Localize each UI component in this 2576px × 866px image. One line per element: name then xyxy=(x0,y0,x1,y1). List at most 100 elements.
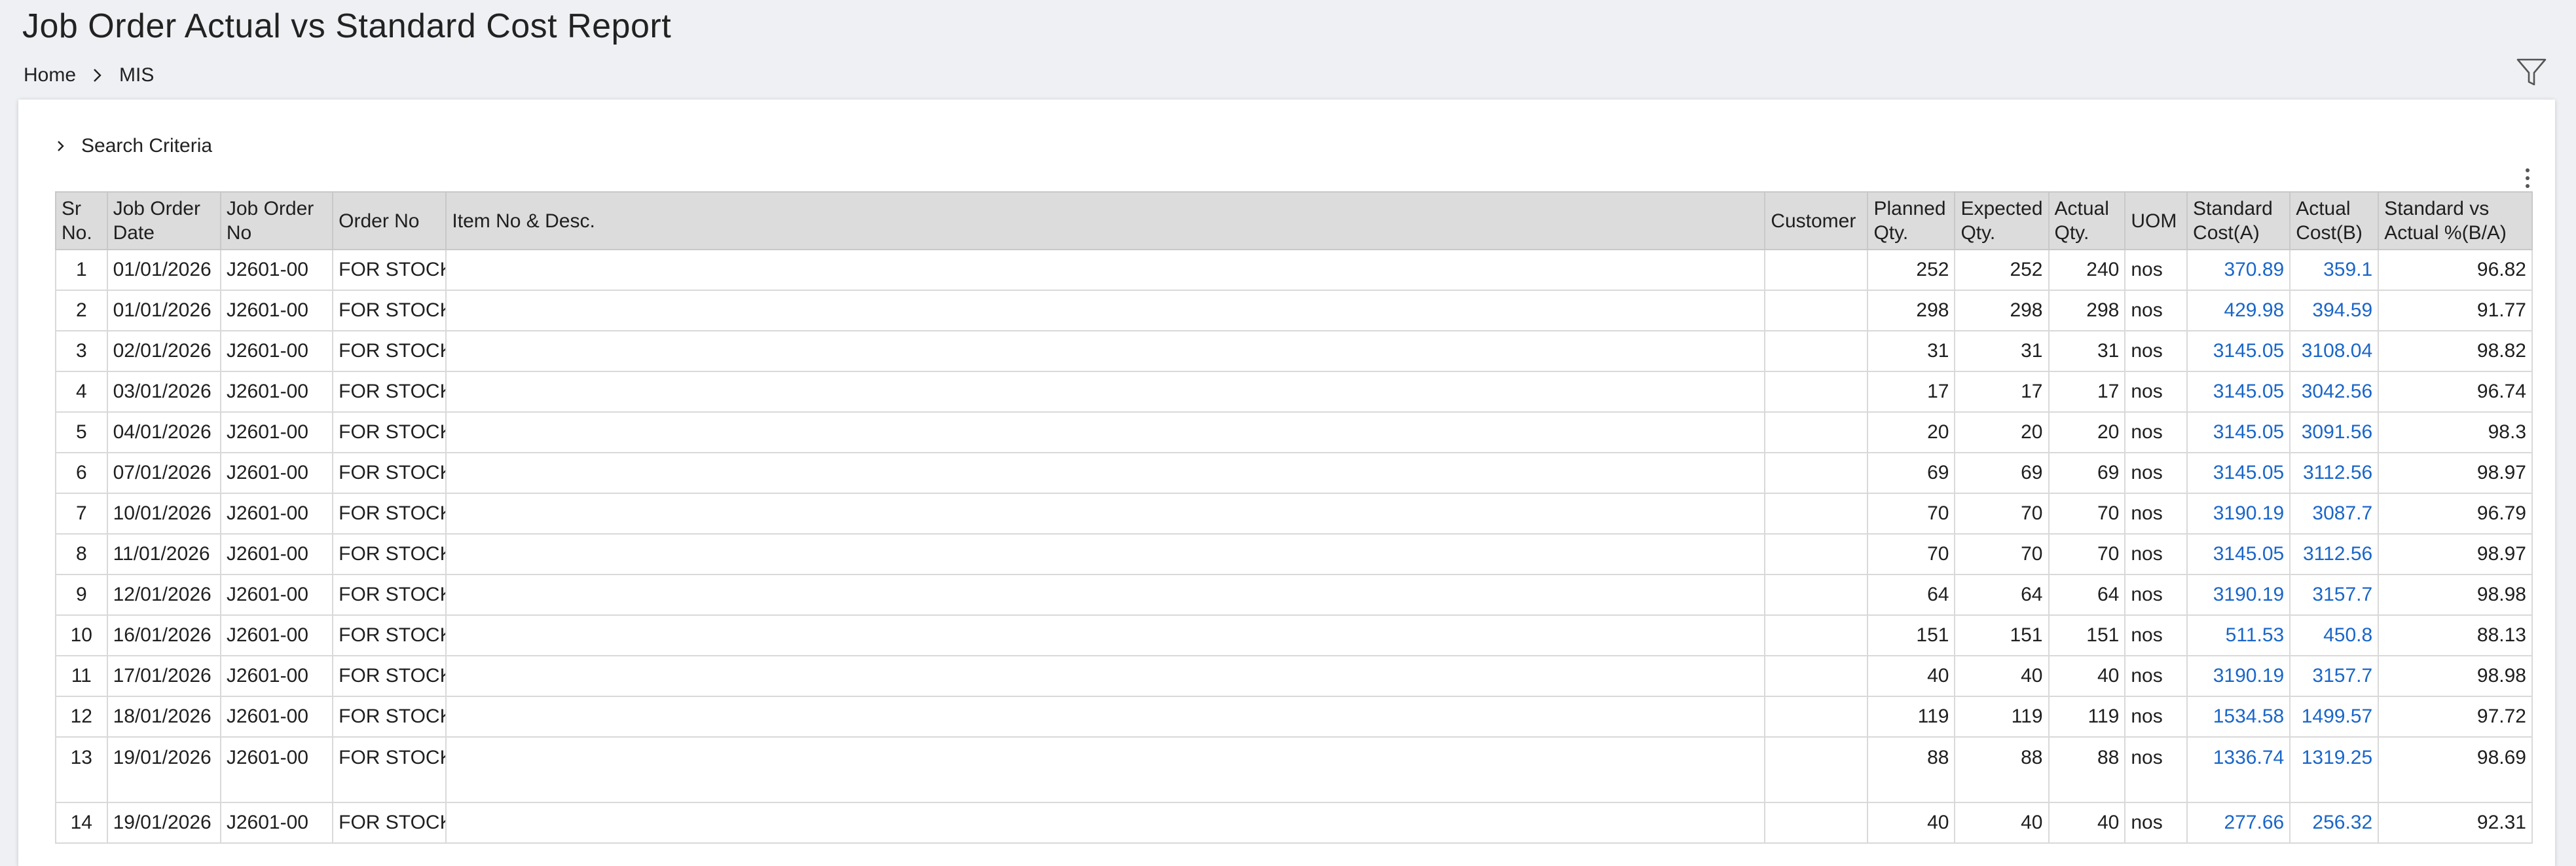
cell-planned-qty: 151 xyxy=(1867,614,1956,656)
standard-cost-link[interactable]: 3145.05 xyxy=(2186,411,2291,453)
col-header-sr[interactable]: Sr No. xyxy=(55,191,108,250)
standard-cost-link[interactable]: 3145.05 xyxy=(2186,330,2291,372)
cell-item xyxy=(445,493,1766,535)
cell-std-vs-actual-pct: 91.77 xyxy=(2378,290,2533,331)
actual-cost-link[interactable]: 3108.04 xyxy=(2289,330,2380,372)
col-header-item[interactable]: Item No & Desc. xyxy=(445,191,1766,250)
cell-planned-qty: 40 xyxy=(1867,655,1956,697)
actual-cost-link[interactable]: 394.59 xyxy=(2289,290,2380,331)
standard-cost-link[interactable]: 3145.05 xyxy=(2186,371,2291,413)
cell-uom: nos xyxy=(2124,411,2188,453)
cell-job-order-date: 01/01/2026 xyxy=(106,290,221,331)
cell-planned-qty: 70 xyxy=(1867,533,1956,575)
table-row[interactable]: 5 04/01/2026 J2601-00 FOR STOCK 20 20 20 nos 314… xyxy=(55,411,2533,453)
col-header-job-order-date[interactable]: Job Order Date xyxy=(106,191,221,250)
cell-customer xyxy=(1764,802,1869,844)
search-criteria-label: Search Criteria xyxy=(81,135,213,157)
cell-std-vs-actual-pct: 97.72 xyxy=(2378,696,2533,738)
cell-std-vs-actual-pct: 96.79 xyxy=(2378,493,2533,535)
cell-item xyxy=(445,736,1766,803)
cell-job-order-no: J2601-00 xyxy=(219,736,334,803)
col-header-actual-cost[interactable]: Actual Cost(B) xyxy=(2289,191,2380,250)
standard-cost-link[interactable]: 3190.19 xyxy=(2186,493,2291,535)
report-card: Search Criteria Sr No. Job Order Date Job … xyxy=(18,100,2555,866)
col-header-order-no[interactable]: Order No xyxy=(332,191,447,250)
standard-cost-link[interactable]: 429.98 xyxy=(2186,290,2291,331)
report-table: Sr No. Job Order Date Job Order No Order No… xyxy=(55,191,2533,844)
cell-std-vs-actual-pct: 88.13 xyxy=(2378,614,2533,656)
actual-cost-link[interactable]: 3112.56 xyxy=(2289,533,2380,575)
cell-item xyxy=(445,696,1766,738)
table-row[interactable]: 9 12/01/2026 J2601-00 FOR STOCK 64 64 64 nos 319… xyxy=(55,574,2533,616)
breadcrumb-home[interactable]: Home xyxy=(24,64,76,86)
col-header-uom[interactable]: UOM xyxy=(2124,191,2188,250)
standard-cost-link[interactable]: 3190.19 xyxy=(2186,574,2291,616)
cell-job-order-date: 16/01/2026 xyxy=(106,614,221,656)
col-header-expected-qty[interactable]: Expected Qty. xyxy=(1954,191,2050,250)
table-row[interactable]: 13 19/01/2026 J2601-00 FOR STOCK 88 88 88 nos 13… xyxy=(55,736,2533,803)
cell-std-vs-actual-pct: 96.82 xyxy=(2378,249,2533,291)
standard-cost-link[interactable]: 3190.19 xyxy=(2186,655,2291,697)
table-row[interactable]: 1 01/01/2026 J2601-00 FOR STOCK 252 252 240 nos… xyxy=(55,249,2533,291)
cell-actual-qty: 69 xyxy=(2048,452,2126,494)
actual-cost-link[interactable]: 3157.7 xyxy=(2289,655,2380,697)
cell-job-order-no: J2601-00 xyxy=(219,574,334,616)
cell-customer xyxy=(1764,574,1869,616)
standard-cost-link[interactable]: 1534.58 xyxy=(2186,696,2291,738)
standard-cost-link[interactable]: 277.66 xyxy=(2186,802,2291,844)
standard-cost-link[interactable]: 1336.74 xyxy=(2186,736,2291,803)
cell-uom: nos xyxy=(2124,290,2188,331)
cell-job-order-date: 18/01/2026 xyxy=(106,696,221,738)
cell-actual-qty: 20 xyxy=(2048,411,2126,453)
actual-cost-link[interactable]: 3087.7 xyxy=(2289,493,2380,535)
cell-sr: 14 xyxy=(55,802,108,844)
table-row[interactable]: 14 19/01/2026 J2601-00 FOR STOCK 40 40 40 nos 27… xyxy=(55,802,2533,844)
col-header-job-order-no[interactable]: Job Order No xyxy=(219,191,334,250)
cell-uom: nos xyxy=(2124,802,2188,844)
cell-sr: 12 xyxy=(55,696,108,738)
filter-button[interactable] xyxy=(2513,54,2550,90)
cell-item xyxy=(445,574,1766,616)
actual-cost-link[interactable]: 3157.7 xyxy=(2289,574,2380,616)
col-header-planned-qty[interactable]: Planned Qty. xyxy=(1867,191,1956,250)
col-header-std-vs-actual-pct[interactable]: Standard vs Actual %(B/A) xyxy=(2378,191,2533,250)
cell-planned-qty: 64 xyxy=(1867,574,1956,616)
col-header-actual-qty[interactable]: Actual Qty. xyxy=(2048,191,2126,250)
table-row[interactable]: 4 03/01/2026 J2601-00 FOR STOCK 17 17 17 nos 314… xyxy=(55,371,2533,413)
cell-actual-qty: 88 xyxy=(2048,736,2126,803)
search-criteria-toggle[interactable]: Search Criteria xyxy=(54,135,212,157)
cell-expected-qty: 88 xyxy=(1954,736,2050,803)
table-row[interactable]: 7 10/01/2026 J2601-00 FOR STOCK 70 70 70 nos 319… xyxy=(55,493,2533,535)
actual-cost-link[interactable]: 3112.56 xyxy=(2289,452,2380,494)
actual-cost-link[interactable]: 1499.57 xyxy=(2289,696,2380,738)
standard-cost-link[interactable]: 511.53 xyxy=(2186,614,2291,656)
actual-cost-link[interactable]: 1319.25 xyxy=(2289,736,2380,803)
actual-cost-link[interactable]: 359.1 xyxy=(2289,249,2380,291)
cell-customer xyxy=(1764,452,1869,494)
cell-std-vs-actual-pct: 96.74 xyxy=(2378,371,2533,413)
table-row[interactable]: 3 02/01/2026 J2601-00 FOR STOCK 31 31 31 nos 314… xyxy=(55,330,2533,372)
table-row[interactable]: 11 17/01/2026 J2601-00 FOR STOCK 40 40 40 nos 31… xyxy=(55,655,2533,697)
standard-cost-link[interactable]: 3145.05 xyxy=(2186,533,2291,575)
col-header-customer[interactable]: Customer xyxy=(1764,191,1869,250)
cell-expected-qty: 31 xyxy=(1954,330,2050,372)
cell-uom: nos xyxy=(2124,249,2188,291)
cell-job-order-date: 12/01/2026 xyxy=(106,574,221,616)
table-row[interactable]: 6 07/01/2026 J2601-00 FOR STOCK 69 69 69 nos 314… xyxy=(55,452,2533,494)
table-row[interactable]: 8 11/01/2026 J2601-00 FOR STOCK 70 70 70 nos 314… xyxy=(55,533,2533,575)
standard-cost-link[interactable]: 3145.05 xyxy=(2186,452,2291,494)
table-row[interactable]: 2 01/01/2026 J2601-00 FOR STOCK 298 298 298 nos… xyxy=(55,290,2533,331)
actual-cost-link[interactable]: 256.32 xyxy=(2289,802,2380,844)
table-row[interactable]: 12 18/01/2026 J2601-00 FOR STOCK 119 119 119 no… xyxy=(55,696,2533,738)
actual-cost-link[interactable]: 3091.56 xyxy=(2289,411,2380,453)
actual-cost-link[interactable]: 3042.56 xyxy=(2289,371,2380,413)
standard-cost-link[interactable]: 370.89 xyxy=(2186,249,2291,291)
col-header-standard-cost[interactable]: Standard Cost(A) xyxy=(2186,191,2291,250)
cell-actual-qty: 119 xyxy=(2048,696,2126,738)
filter-icon xyxy=(2516,58,2547,86)
table-row[interactable]: 10 16/01/2026 J2601-00 FOR STOCK 151 151 151 no… xyxy=(55,614,2533,656)
cell-uom: nos xyxy=(2124,736,2188,803)
kebab-menu-icon[interactable] xyxy=(2520,165,2535,191)
actual-cost-link[interactable]: 450.8 xyxy=(2289,614,2380,656)
breadcrumb-mis: MIS xyxy=(119,64,155,86)
